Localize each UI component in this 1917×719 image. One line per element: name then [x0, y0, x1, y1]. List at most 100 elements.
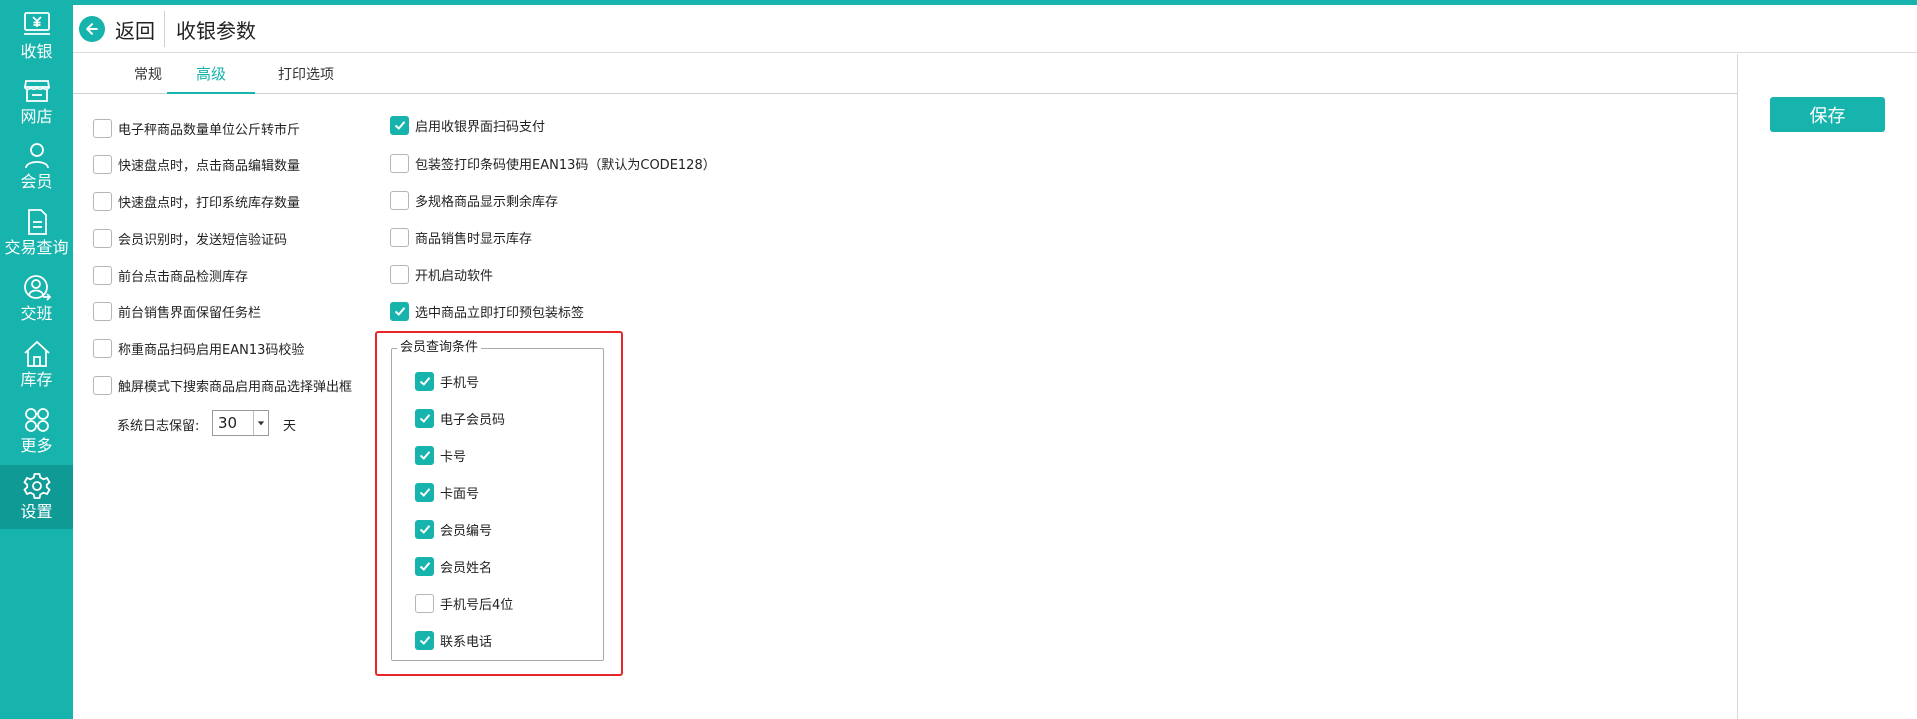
option-label: 多规格商品显示剩余库存	[415, 194, 559, 210]
member-query-phone-last4[interactable]: 手机号后4位	[415, 591, 513, 615]
option-package-ean13[interactable]: 包装签打印条码使用EAN13码（默认为CODE128）	[390, 151, 716, 175]
sidebar-item-label: 库存	[20, 370, 53, 389]
checkbox[interactable]	[390, 301, 409, 321]
sidebar: 收银 网店 会员 交易查询 交班 库存 更多 设置	[0, 0, 73, 719]
sidebar-item-more[interactable]: 更多	[0, 399, 73, 463]
sidebar-item-label: 会员	[20, 172, 53, 191]
option-label: 会员识别时，发送短信验证码	[118, 232, 288, 248]
sidebar-item-label: 交班	[20, 304, 53, 323]
member-query-phone[interactable]: 手机号	[415, 369, 479, 393]
checkmark-icon	[394, 307, 405, 316]
option-scale-jin-unit[interactable]: 电子秤商品数量单位公斤转市斤	[93, 116, 300, 140]
option-print-prepack-label[interactable]: 选中商品立即打印预包装标签	[390, 299, 584, 323]
option-label: 快速盘点时，打印系统库存数量	[118, 195, 301, 211]
checkbox[interactable]	[93, 375, 112, 395]
option-label: 前台销售界面保留任务栏	[118, 305, 262, 321]
checkbox[interactable]	[415, 445, 434, 465]
option-multi-spec-stock[interactable]: 多规格商品显示剩余库存	[390, 188, 558, 212]
option-label: 启用收银界面扫码支付	[415, 119, 546, 135]
option-label: 商品销售时显示库存	[415, 231, 533, 247]
checkbox[interactable]	[415, 371, 434, 391]
option-auto-start[interactable]: 开机启动软件	[390, 262, 493, 286]
page-title: 收银参数	[176, 19, 256, 43]
sidebar-item-member[interactable]: 会员	[0, 135, 73, 199]
sidebar-item-label: 收银	[20, 42, 53, 61]
sidebar-item-inventory[interactable]: 库存	[0, 333, 73, 397]
checkbox[interactable]	[415, 408, 434, 428]
sidebar-item-shift[interactable]: 交班	[0, 267, 73, 331]
checkmark-icon	[419, 414, 430, 423]
dropdown-arrow-icon[interactable]	[253, 411, 268, 435]
sidebar-item-store[interactable]: 网店	[0, 70, 73, 134]
option-weighted-ean13-check[interactable]: 称重商品扫码启用EAN13码校验	[93, 336, 304, 360]
member-query-title: 会员查询条件	[397, 336, 482, 355]
sidebar-item-transactions[interactable]: 交易查询	[0, 201, 73, 265]
option-label: 手机号后4位	[440, 597, 514, 613]
checkbox[interactable]	[93, 154, 112, 174]
option-label: 会员编号	[440, 523, 493, 539]
checkbox[interactable]	[415, 593, 434, 613]
tab-bar: 常规 高级 打印选项	[73, 54, 1737, 94]
checkbox[interactable]	[415, 556, 434, 576]
checkbox[interactable]	[390, 115, 409, 135]
checkmark-icon	[419, 636, 430, 645]
log-retention-label: 系统日志保留:	[117, 419, 200, 434]
checkbox[interactable]	[93, 265, 112, 285]
sidebar-item-cashier[interactable]: 收银	[0, 5, 73, 69]
checkbox[interactable]	[415, 482, 434, 502]
member-query-card-no[interactable]: 卡号	[415, 443, 466, 467]
log-retention-value: 30	[218, 414, 238, 432]
checkbox[interactable]	[390, 227, 409, 247]
settings-gear-icon	[22, 473, 51, 499]
checkbox[interactable]	[93, 191, 112, 211]
checkbox[interactable]	[390, 264, 409, 284]
option-quick-count-edit-qty[interactable]: 快速盘点时，点击商品编辑数量	[93, 152, 300, 176]
member-query-member-id[interactable]: 会员编号	[415, 517, 492, 541]
checkbox[interactable]	[415, 630, 434, 650]
save-button[interactable]: 保存	[1770, 97, 1885, 132]
member-query-contact-phone[interactable]: 联系电话	[415, 628, 492, 652]
log-retention-select[interactable]: 30	[212, 410, 269, 436]
back-button[interactable]: 返回	[79, 13, 155, 45]
checkbox[interactable]	[415, 519, 434, 539]
option-keep-taskbar[interactable]: 前台销售界面保留任务栏	[93, 299, 261, 323]
checkmark-icon	[419, 525, 430, 534]
checkbox[interactable]	[93, 301, 112, 321]
option-quick-count-print-stock[interactable]: 快速盘点时，打印系统库存数量	[93, 189, 300, 213]
member-query-name[interactable]: 会员姓名	[415, 554, 492, 578]
tab-advanced[interactable]: 高级	[167, 54, 255, 94]
sidebar-item-settings[interactable]: 设置	[0, 465, 73, 529]
option-show-stock-on-sale[interactable]: 商品销售时显示库存	[390, 225, 532, 249]
option-label: 前台点击商品检测库存	[118, 269, 249, 285]
log-retention-unit: 天	[283, 419, 297, 434]
member-icon	[24, 143, 49, 169]
checkmark-icon	[419, 562, 430, 571]
checkbox[interactable]	[390, 153, 409, 173]
checkmark-icon	[419, 488, 430, 497]
shift-handover-icon	[23, 275, 51, 301]
member-query-e-card[interactable]: 电子会员码	[415, 406, 505, 430]
cashier-yen-icon	[23, 12, 50, 35]
inventory-house-icon	[23, 340, 50, 367]
header-divider	[164, 11, 165, 47]
checkbox[interactable]	[390, 190, 409, 210]
checkbox[interactable]	[93, 118, 112, 138]
option-label: 开机启动软件	[415, 268, 494, 284]
option-label: 卡号	[440, 449, 467, 465]
option-touch-search-popup[interactable]: 触屏模式下搜索商品启用商品选择弹出框	[93, 373, 352, 397]
checkbox[interactable]	[93, 338, 112, 358]
checkbox[interactable]	[93, 228, 112, 248]
sidebar-item-label: 交易查询	[4, 238, 69, 257]
tab-print-options[interactable]: 打印选项	[259, 54, 353, 94]
checkmark-icon	[394, 121, 405, 130]
option-member-sms-code[interactable]: 会员识别时，发送短信验证码	[93, 226, 287, 250]
page-header: 返回 收银参数	[73, 5, 1917, 53]
option-check-stock-on-click[interactable]: 前台点击商品检测库存	[93, 263, 248, 287]
option-label: 快速盘点时，点击商品编辑数量	[118, 158, 301, 174]
option-scan-pay[interactable]: 启用收银界面扫码支付	[390, 113, 545, 137]
more-grid-icon	[24, 408, 49, 432]
option-label: 电子会员码	[440, 412, 506, 428]
option-label: 称重商品扫码启用EAN13码校验	[118, 342, 305, 358]
store-icon	[23, 80, 50, 102]
member-query-card-face-no[interactable]: 卡面号	[415, 480, 479, 504]
